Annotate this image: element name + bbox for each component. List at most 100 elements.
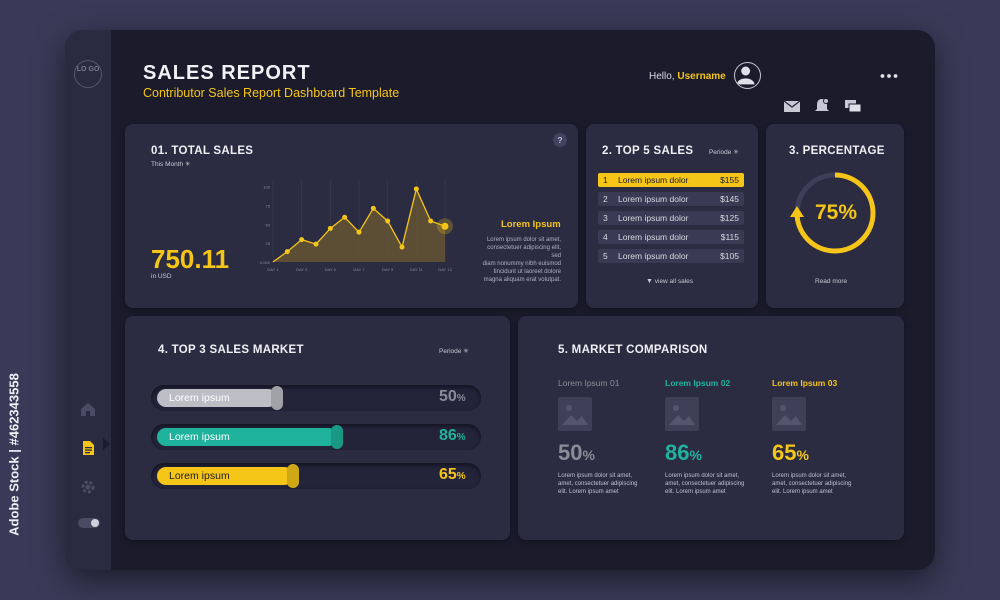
comparison-description: Lorem ipsum dolor sit amet, amet, consect… [772,472,851,496]
progress-percentage: 65% [439,466,466,484]
chart-point [313,241,319,247]
row-rank: 3 [603,213,608,223]
page-title: SALES REPORT [143,62,311,84]
comparison-text-line: amet, consectetuer adipiscing [558,481,638,487]
top-sales-row[interactable]: 1 Lorem ipsum dolor $155 [598,173,744,187]
percent-unit: % [456,393,466,404]
comparison-text-line: elit. Lorem ipsum amet [772,489,833,495]
home-icon[interactable] [79,400,97,418]
dashboard-window: LO GO SALES REPORT Contributor Sales Rep… [65,30,935,570]
market-progress-bar[interactable]: Lorem ipsum [151,385,481,411]
row-value: $125 [720,213,739,223]
username[interactable]: Username [677,71,725,82]
percent-value: 65 [439,466,457,483]
x-tick-label: DAY 3 [296,267,308,272]
percentage-title: 3. PERCENTAGE [789,145,885,157]
comparison-text-line: Lorem ipsum dolor sit amet, [558,473,633,479]
percent-value: 86 [439,427,457,444]
x-tick-label: DAY 9 [382,267,394,272]
chart-point [356,229,362,235]
market-comparison-card: 5. MARKET COMPARISON Lorem Ipsum 01 50% L… [518,316,904,540]
comparison-label: Lorem Ipsum 03 [772,378,838,388]
y-tick-label: 100 [263,185,270,190]
periode-label: Periode [439,348,462,355]
more-options-icon[interactable] [880,68,898,84]
period-selector[interactable]: This Month ✳ [151,160,190,168]
sales-market-card: 4. TOP 3 SALES MARKET Periode ✳ Lorem ip… [125,316,510,540]
settings-icon[interactable] [79,478,97,496]
top-sales-row[interactable]: 4 Lorem ipsum dolor $115 [598,230,744,244]
market-period-selector[interactable]: Periode ✳ [439,347,469,355]
top-sales-period-selector[interactable]: Periode ✳ [709,148,739,156]
greeting-text: Hello, [649,71,675,82]
chart-point [327,225,333,231]
progress-handle[interactable] [287,464,299,488]
x-tick-label: DAY 13 [438,267,452,272]
row-rank: 1 [603,175,608,185]
comparison-label: Lorem Ipsum 01 [558,378,620,388]
legend-text-line: consectetuer adipiscing elit, sed [487,245,561,259]
user-icon [736,66,755,85]
help-icon[interactable]: ? [553,133,567,147]
page-subtitle: Contributor Sales Report Dashboard Templ… [143,86,400,100]
x-tick-label: DAY 7 [353,267,365,272]
notification-bell-icon[interactable] [813,98,831,114]
image-placeholder-icon [665,397,699,431]
row-value: $105 [720,251,739,261]
theme-toggle[interactable] [78,518,100,528]
progress-percentage: 50% [439,388,466,406]
mail-icon[interactable] [783,98,801,114]
y-tick-label: 75 [266,203,271,208]
progress-label: Lorem ipsum [169,392,230,404]
chart-point [370,205,376,211]
progress-fill: Lorem ipsum [157,428,337,446]
comparison-percentage: 50% [558,440,595,466]
comparison-text-line: elit. Lorem ipsum amet [558,489,619,495]
image-placeholder-icon [772,397,806,431]
chart-point [299,237,305,243]
top-sales-row[interactable]: 2 Lorem ipsum dolor $145 [598,192,744,206]
comparison-percentage: 65% [772,440,809,466]
chat-icon[interactable] [844,98,862,114]
watermark-side-text: Adobe Stock | #462343558 [6,373,22,536]
avatar[interactable] [734,62,761,89]
period-label: This Month [151,161,184,168]
progress-label: Lorem ipsum [169,470,230,482]
sales-market-title: 4. TOP 3 SALES MARKET [158,344,304,356]
percentage-card: 3. PERCENTAGE 75% Read more [766,124,904,308]
progress-handle[interactable] [271,386,283,410]
chart-point [385,218,391,224]
top-sales-row[interactable]: 5 Lorem ipsum dolor $105 [598,249,744,263]
document-icon[interactable] [79,439,97,457]
sun-icon: ✳ [463,348,469,355]
ring-arrow-icon [790,206,804,217]
sun-icon: ✳ [184,161,191,168]
top-sales-row[interactable]: 3 Lorem ipsum dolor $125 [598,211,744,225]
periode-label: Periode [709,149,732,156]
x-tick-label: DAY 1 [267,267,279,272]
image-placeholder-icon [558,397,592,431]
row-name: Lorem ipsum dolor [618,251,689,261]
row-value: $155 [720,175,739,185]
chart-point [399,244,405,250]
comparison-unit: % [582,447,595,463]
y-tick-label: 25 [266,241,271,246]
chart-point-highlight [437,218,453,235]
comparison-text-line: elit. Lorem ipsum amet [665,489,726,495]
legend-text-line: Lorem ipsum dolor sit amet, [486,237,561,243]
user-greeting: Hello, Username [649,71,726,82]
read-more-link[interactable]: Read more [815,278,847,285]
comparison-text-line: Lorem ipsum dolor sit amet, [665,473,740,479]
y-tick-label: 50 [266,222,271,227]
market-progress-bar[interactable]: Lorem ipsum [151,424,481,450]
percent-unit: % [456,471,466,482]
row-rank: 4 [603,232,608,242]
row-name: Lorem ipsum dolor [618,232,689,242]
legend-text-line: diam nonummy nibh euismod [482,261,561,267]
view-all-sales-link[interactable]: ▼ view all sales [646,278,693,285]
market-progress-bar[interactable]: Lorem ipsum [151,463,481,489]
watermark-side: Adobe Stock | #462343558 [4,355,24,555]
progress-handle[interactable] [331,425,343,449]
row-rank: 5 [603,251,608,261]
comparison-text-line: amet, consectetuer adipiscing [772,481,852,487]
